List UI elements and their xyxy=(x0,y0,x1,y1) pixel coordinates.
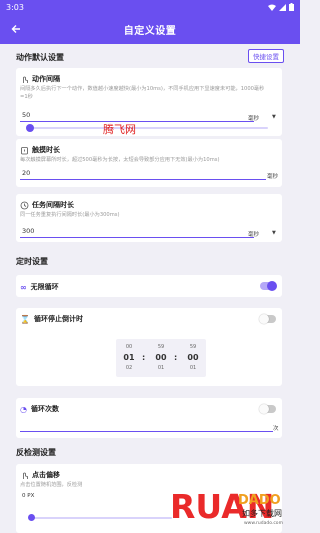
action-interval-slider[interactable] xyxy=(28,127,268,129)
page-title: 自定义设置 xyxy=(123,25,177,37)
app-bar: 自定义设置 xyxy=(0,14,300,44)
touch-duration-input[interactable]: 20 xyxy=(20,166,266,180)
touch-duration-description: 每次触摸屏幕所时长，超过500毫秒为长按，太短会导致部分应用下无效(最小为10m… xyxy=(20,157,220,163)
minutes-current: 00 xyxy=(155,353,167,362)
minutes-wheel[interactable]: 59 00 01 xyxy=(151,344,171,371)
time-separator: : xyxy=(142,353,146,362)
task-interval-input[interactable]: 300 xyxy=(20,224,254,238)
seconds-next: 01 xyxy=(189,365,197,371)
status-icons xyxy=(268,3,294,11)
loop-countdown-title: ⌛ 循环停止倒计时 xyxy=(20,314,83,324)
task-interval-description: 同一任务重复执行间隔时长(最小为300ms) xyxy=(20,212,120,218)
click-offset-slider-thumb[interactable] xyxy=(28,514,35,521)
hours-wheel[interactable]: 00 01 02 xyxy=(119,344,139,371)
hours-next: 02 xyxy=(125,365,133,371)
minutes-prev: 59 xyxy=(157,344,165,350)
touch-duration-label: 触摸时长 xyxy=(32,146,60,154)
status-bar: 3:03 xyxy=(0,0,300,14)
touch-duration-unit[interactable]: 毫秒 xyxy=(267,172,278,180)
back-arrow-icon xyxy=(11,25,20,33)
touch-duration-card: 触摸时长 每次触摸屏幕所时长，超过500毫秒为长按，太短会导致部分应用下无效(最… xyxy=(16,139,282,187)
click-offset-value: 0 PX xyxy=(22,493,35,499)
task-interval-unit[interactable]: 毫秒 xyxy=(248,230,259,238)
logo-text-right: DADO xyxy=(238,493,281,508)
countdown-time-picker[interactable]: 00 01 02 : 59 00 01 : 59 00 01 xyxy=(116,339,206,377)
hourglass-icon: ⌛ xyxy=(20,314,30,324)
click-offset-title: 点击偏移 xyxy=(20,470,60,480)
logo-slogan: 如多下载网 xyxy=(242,508,282,518)
infinite-loop-toggle[interactable] xyxy=(260,281,277,291)
loop-count-card: ◔ 循环次数 次 xyxy=(16,398,282,438)
hours-prev: 00 xyxy=(125,344,133,350)
counter-icon: ◔ xyxy=(20,404,27,414)
action-interval-slider-thumb[interactable] xyxy=(26,124,34,132)
loop-count-title: ◔ 循环次数 xyxy=(20,404,59,414)
task-interval-unit-dropdown-icon[interactable]: ▼ xyxy=(272,230,276,236)
infinite-loop-label: 无限循环 xyxy=(30,283,59,291)
stopwatch-icon xyxy=(20,146,29,155)
action-interval-input[interactable]: 50 xyxy=(20,108,254,122)
click-offset-label: 点击偏移 xyxy=(32,471,60,479)
signal-icon xyxy=(279,3,286,11)
logo-url: www.rudado.com xyxy=(244,520,283,526)
task-interval-card: 任务间隔时长 同一任务重复执行间隔时长(最小为300ms) 300 毫秒 ▼ xyxy=(16,194,282,242)
loop-count-toggle[interactable] xyxy=(259,404,276,414)
infinity-icon: ∞ xyxy=(20,282,27,292)
action-interval-unit[interactable]: 毫秒 xyxy=(248,114,259,122)
section-timer-settings: 定时设置 xyxy=(16,257,48,266)
site-logo: RUAN DADO 如多下载网 www.rudado.com xyxy=(170,487,283,526)
seconds-wheel[interactable]: 59 00 01 xyxy=(183,344,203,371)
time-separator: : xyxy=(174,353,178,362)
loop-countdown-label: 循环停止倒计时 xyxy=(33,315,83,323)
loop-count-unit[interactable]: 次 xyxy=(273,424,279,432)
section-anti-detection: 反检测设置 xyxy=(16,448,56,457)
infinite-loop-row[interactable]: ∞ 无限循环 xyxy=(16,275,282,297)
tap-icon xyxy=(20,471,29,480)
action-interval-unit-dropdown-icon[interactable]: ▼ xyxy=(272,114,276,120)
infinite-loop-title: ∞ 无限循环 xyxy=(20,282,59,292)
loop-count-input[interactable] xyxy=(20,418,273,432)
quick-settings-button[interactable]: 快捷设置 xyxy=(248,49,284,63)
touch-duration-title: 触摸时长 xyxy=(20,145,60,155)
action-interval-label: 动作间隔 xyxy=(32,75,60,83)
status-time: 3:03 xyxy=(6,2,24,12)
minutes-next: 01 xyxy=(157,365,165,371)
hours-current: 01 xyxy=(123,353,135,362)
touch-icon xyxy=(20,75,29,84)
back-button[interactable] xyxy=(8,21,24,37)
clock-icon xyxy=(20,201,29,210)
action-interval-description: 间隔多久后执行下一个动作，数值越小速度越快(最小为10ms)，不同手机应用下显速… xyxy=(20,86,265,100)
section-action-defaults: 动作默认设置 xyxy=(16,53,64,62)
loop-countdown-card: ⌛ 循环停止倒计时 00 01 02 : 59 00 01 : 59 00 01 xyxy=(16,308,282,386)
seconds-current: 00 xyxy=(187,353,199,362)
loop-countdown-toggle[interactable] xyxy=(259,314,276,324)
settings-content[interactable]: 动作默认设置 快捷设置 动作间隔 间隔多久后执行下一个动作，数值越小速度越快(最… xyxy=(0,44,300,533)
wifi-icon xyxy=(268,4,276,11)
loop-count-label: 循环次数 xyxy=(30,405,59,413)
battery-icon xyxy=(289,3,294,11)
click-offset-slider[interactable] xyxy=(32,517,172,519)
action-interval-title: 动作间隔 xyxy=(20,74,60,84)
action-interval-card: 动作间隔 间隔多久后执行下一个动作，数值越小速度越快(最小为10ms)，不同手机… xyxy=(16,68,282,136)
seconds-prev: 59 xyxy=(189,344,197,350)
task-interval-title: 任务间隔时长 xyxy=(20,200,74,210)
task-interval-label: 任务间隔时长 xyxy=(32,201,74,209)
watermark-text: 腾飞网 xyxy=(103,123,136,136)
